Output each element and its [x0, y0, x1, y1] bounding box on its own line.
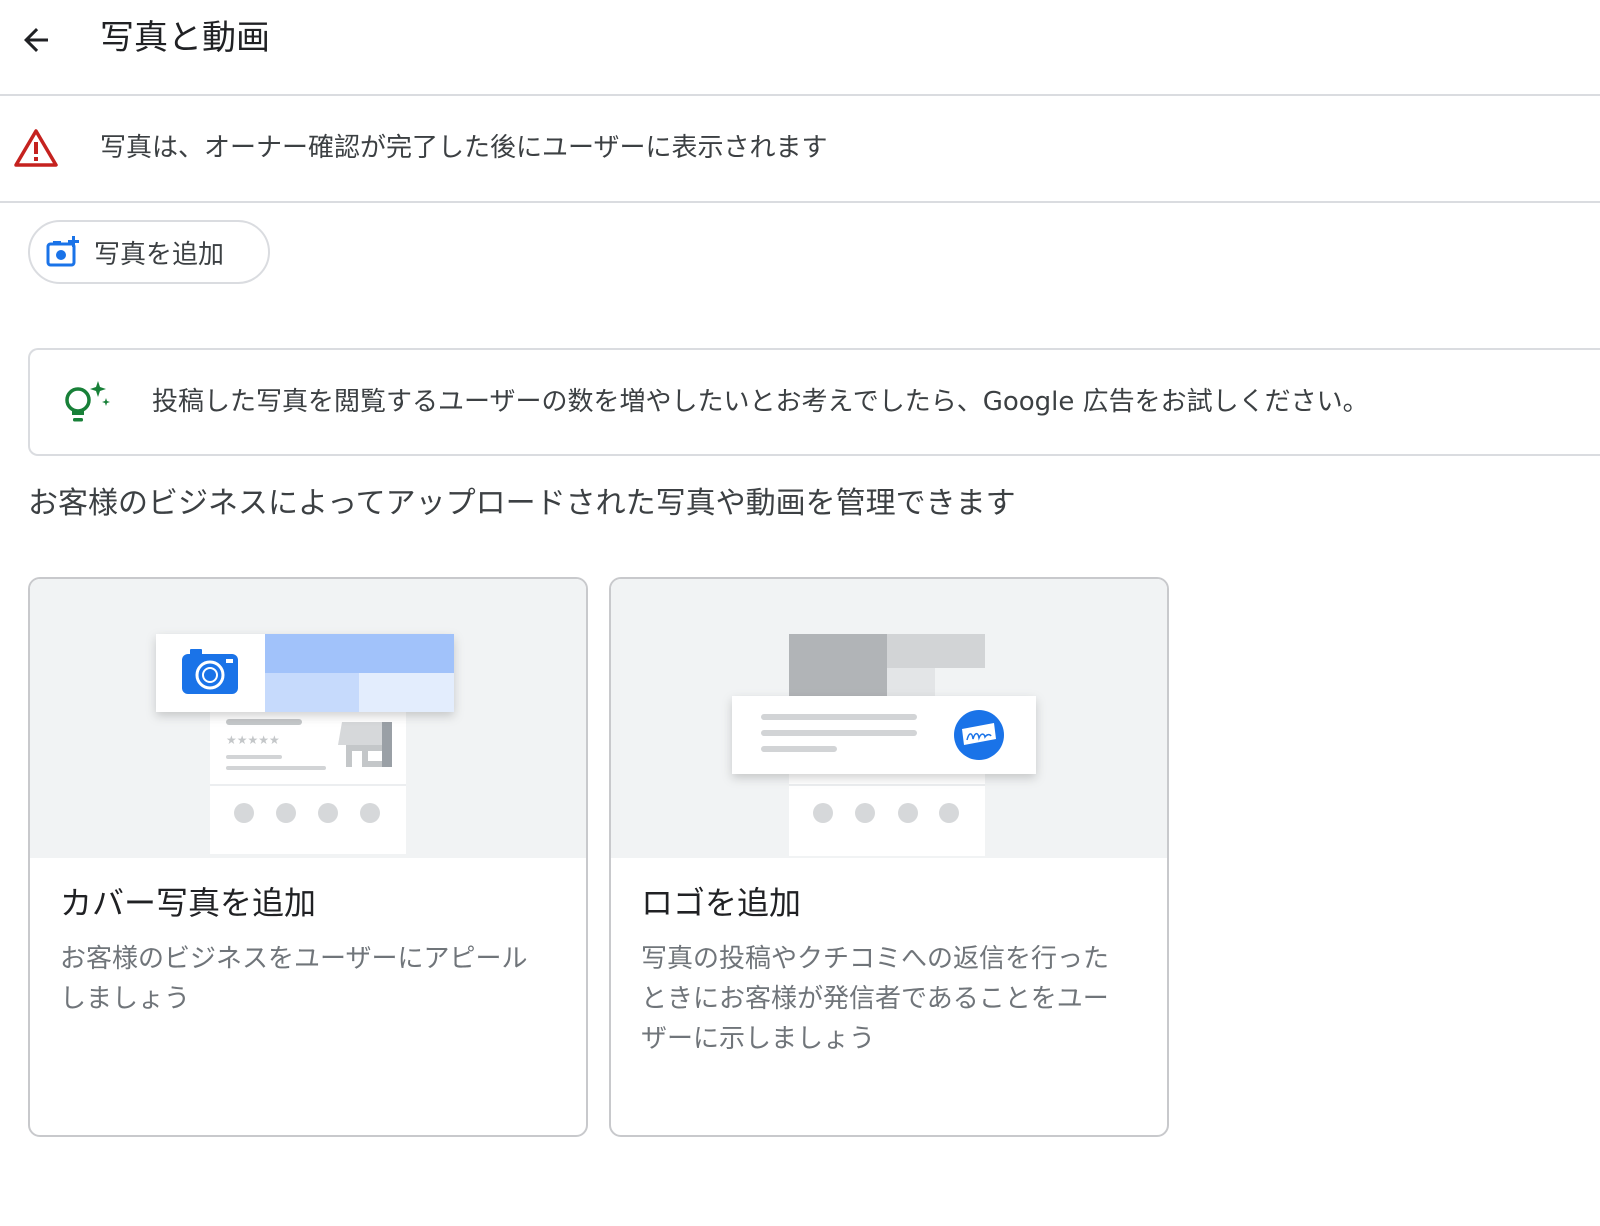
tip-text: 投稿した写真を閲覧するユーザーの数を増やしたいとお考えでしたら、Google 広…	[152, 387, 1369, 417]
add-logo-card[interactable]: ロゴを追加 写真の投稿やクチコミへの返信を行ったときにお客様が発信者であることを…	[609, 577, 1169, 1137]
google-ads-tip-box: 投稿した写真を閲覧するユーザーの数を増やしたいとお考えでしたら、Google 広…	[28, 348, 1600, 456]
arrow-back-icon	[24, 28, 48, 52]
signature-badge-icon	[954, 710, 1004, 760]
add-photo-button[interactable]: 写真を追加	[28, 220, 270, 284]
top-app-bar: 写真と動画	[0, 0, 1600, 96]
warning-text: 写真は、オーナー確認が完了した後にユーザーに表示されます	[100, 133, 828, 163]
add-photo-label: 写真を追加	[94, 239, 225, 270]
add-photo-camera-icon	[46, 235, 80, 269]
logo-card-title: ロゴを追加	[641, 884, 802, 922]
cover-photo-illustration: ★★★★★	[30, 579, 586, 858]
logo-card-description: 写真の投稿やクチコミへの返信を行ったときにお客様が発信者であることをユーザーに示…	[641, 944, 1110, 1054]
lightbulb-sparkle-icon	[65, 381, 110, 422]
add-cover-photo-card[interactable]: ★★★★★ カバー写真を追加 お客様のビジネスをユーザーにアピールしましょう	[28, 577, 588, 1137]
warning-triangle-icon	[14, 129, 58, 167]
verification-warning-banner: 写真は、オーナー確認が完了した後にユーザーに表示されます	[0, 96, 1600, 203]
svg-text:★★★★★: ★★★★★	[226, 733, 280, 747]
logo-illustration	[611, 579, 1167, 858]
section-description: お客様のビジネスによってアップロードされた写真や動画を管理できます	[28, 486, 1016, 521]
back-button[interactable]	[12, 16, 60, 64]
page-title: 写真と動画	[100, 18, 270, 58]
cover-card-description: お客様のビジネスをユーザーにアピールしましょう	[60, 944, 528, 1014]
storefront-icon	[338, 722, 392, 767]
cover-card-title: カバー写真を追加	[60, 884, 317, 922]
camera-icon	[182, 649, 238, 694]
